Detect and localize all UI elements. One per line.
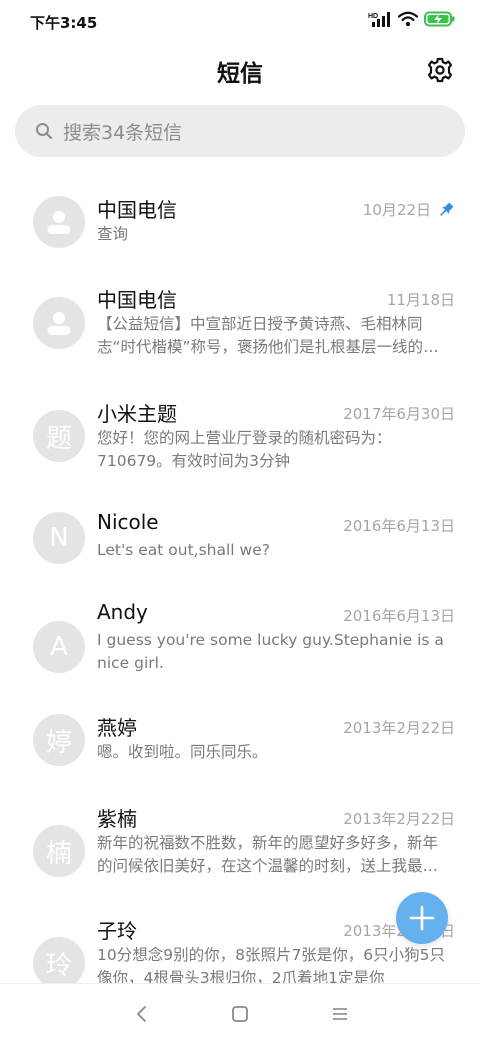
date-text: 10月22日 <box>362 201 431 219</box>
settings-button[interactable] <box>424 54 456 86</box>
menu-lines-icon <box>333 1008 347 1020</box>
message-preview: 10分想念9别的你，8张照片7张是你，6只小狗5只像你，4根骨头3根归你，2爪着… <box>97 946 446 983</box>
home-button[interactable] <box>228 1002 252 1026</box>
avatar: A <box>33 621 85 673</box>
message-preview: 新年的祝福数不胜数，新年的愿望好多好多，新年的问候依旧美好，在这个温馨的时刻，送… <box>97 834 439 875</box>
battery-charging-icon <box>424 11 455 27</box>
avatar: 楠 <box>33 825 85 877</box>
conversation-item[interactable]: 楠 紫楠 2013年2月22日 新年的祝福数不胜数，新年的愿望好多好多，新年的问… <box>0 785 480 897</box>
plus-icon <box>409 905 435 931</box>
conversation-item[interactable]: 中国电信 10月22日 查询 <box>0 175 480 267</box>
network-label: HD <box>368 13 378 20</box>
back-button[interactable] <box>130 1002 154 1026</box>
message-preview: Let's eat out,shall we? <box>97 541 270 559</box>
status-time: 下午3:45 <box>30 14 98 32</box>
conversation-item[interactable]: A Andy 2016年6月13日 I guess you're some lu… <box>0 582 480 695</box>
navigation-bar <box>0 983 480 1040</box>
message-date: 10月22日 <box>363 199 455 220</box>
conversation-item[interactable]: N Nicole 2016年6月13日 Let's eat out,shall … <box>0 492 480 582</box>
search-bar[interactable]: 搜索34条短信 <box>15 105 465 157</box>
message-date: 2016年6月13日 <box>343 515 455 536</box>
contact-name: 中国电信 <box>97 198 177 222</box>
avatar: 题 <box>33 410 85 462</box>
new-message-button[interactable] <box>396 892 448 944</box>
message-preview: I guess you're some lucky guy.Stephanie … <box>97 631 444 672</box>
date-text: 2013年2月22日 <box>343 719 455 737</box>
home-square-icon <box>232 1006 248 1022</box>
message-date: 2017年6月30日 <box>343 403 455 424</box>
recents-button[interactable] <box>328 1002 352 1026</box>
contact-name: 小米主题 <box>97 402 177 426</box>
message-date: 2013年2月22日 <box>343 717 455 738</box>
search-icon <box>35 122 53 140</box>
message-date: 2016年6月13日 <box>343 605 455 626</box>
conversation-item[interactable]: 中国电信 11月18日 【公益短信】中宣部近日授予黄诗燕、毛相林同志“时代楷模”… <box>0 267 480 380</box>
avatar: N <box>33 512 85 564</box>
avatar <box>33 297 85 349</box>
date-text: 2017年6月30日 <box>343 405 455 423</box>
date-text: 2016年6月13日 <box>343 517 455 535</box>
date-text: 11月18日 <box>386 291 455 309</box>
message-preview: 嗯。收到啦。同乐同乐。 <box>97 743 268 761</box>
conversation-item[interactable]: 题 小米主题 2017年6月30日 您好！您的网上营业厅登录的随机密码为：710… <box>0 380 480 492</box>
gear-icon <box>427 57 453 83</box>
search-input[interactable]: 搜索34条短信 <box>63 118 182 145</box>
conversation-item[interactable]: 婷 燕婷 2013年2月22日 嗯。收到啦。同乐同乐。 <box>0 695 480 785</box>
contact-name: Andy <box>97 600 148 624</box>
avatar <box>33 196 85 248</box>
message-preview: 查询 <box>97 225 129 243</box>
message-date: 11月18日 <box>387 289 455 310</box>
person-icon <box>47 211 71 234</box>
date-text: 2013年2月22日 <box>343 810 455 828</box>
header: 短信 <box>0 42 480 98</box>
conversation-list[interactable]: 中国电信 10月22日 查询 中国电信 11月18日 【公益短信】中宣部近日授予… <box>0 175 480 983</box>
wifi-icon <box>398 11 418 27</box>
date-text: 2016年6月13日 <box>343 607 455 625</box>
avatar: 玲 <box>33 937 85 983</box>
message-preview: 【公益短信】中宣部近日授予黄诗燕、毛相林同志“时代楷模”称号，褒扬他们是扎根基层… <box>97 315 439 356</box>
page-title: 短信 <box>217 61 263 87</box>
contact-name: 子玲 <box>97 919 137 943</box>
message-preview: 您好！您的网上营业厅登录的随机密码为：710679。有效时间为3分钟 <box>97 429 392 470</box>
status-bar: 下午3:45 HD <box>0 0 480 42</box>
contact-name: 紫楠 <box>97 807 137 831</box>
back-chevron-icon <box>137 1006 146 1022</box>
signal-icon: HD <box>368 12 390 27</box>
avatar: 婷 <box>33 714 85 766</box>
person-icon <box>47 312 71 335</box>
contact-name: 中国电信 <box>97 288 177 312</box>
contact-name: 燕婷 <box>97 716 137 740</box>
pin-icon <box>440 202 454 216</box>
contact-name: Nicole <box>97 510 159 534</box>
message-date: 2013年2月22日 <box>343 808 455 829</box>
status-icons: HD <box>368 11 456 27</box>
